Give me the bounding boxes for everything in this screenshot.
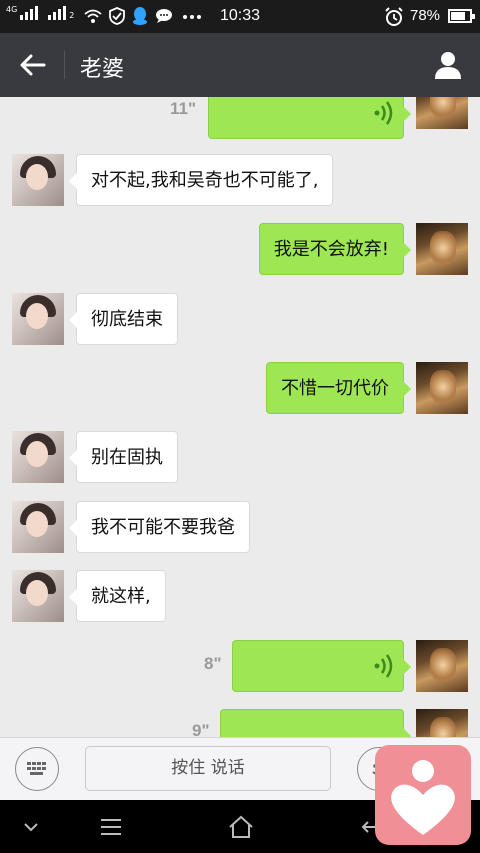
wifi-icon <box>84 9 102 23</box>
contact-avatar[interactable] <box>12 501 64 553</box>
contact-avatar[interactable] <box>12 431 64 483</box>
menu-icon[interactable] <box>96 812 126 842</box>
message-row: 9" <box>0 709 480 737</box>
message-row: 8" <box>0 640 480 692</box>
chat-header: 老婆 <box>0 33 480 97</box>
message-row: 11" <box>0 97 480 139</box>
my-avatar[interactable] <box>416 640 468 692</box>
text-message-bubble[interactable]: 我是不会放弃! <box>258 223 412 275</box>
text-message-bubble[interactable]: 彻底结束 <box>69 293 178 345</box>
signal-icon: 4G 2 <box>6 5 75 20</box>
chat-messages[interactable]: 11" 对不起,我和吴奇也不可能了, 我是不会放弃! 彻底结束 不惜一切代价 别… <box>0 97 480 737</box>
my-avatar[interactable] <box>416 97 468 129</box>
status-bar: 4G 2 10:33 78% <box>0 0 480 33</box>
my-avatar[interactable] <box>416 223 468 275</box>
header-divider <box>64 51 65 79</box>
battery-icon <box>448 9 475 23</box>
chevron-down-icon[interactable] <box>16 812 46 842</box>
message-row: 彻底结束 <box>0 293 480 345</box>
keyboard-icon <box>27 762 46 775</box>
qq-icon <box>133 7 147 25</box>
my-avatar[interactable] <box>416 709 468 737</box>
voice-duration: 9" <box>192 721 210 737</box>
voice-message-bubble[interactable] <box>220 709 411 737</box>
message-row: 我不可能不要我爸 <box>0 501 480 553</box>
person-icon[interactable] <box>432 49 464 81</box>
message-row: 我是不会放弃! <box>0 223 480 275</box>
security-icon <box>109 7 125 25</box>
text-message-bubble[interactable]: 对不起,我和吴奇也不可能了, <box>68 154 334 206</box>
message-row: 不惜一切代价 <box>0 362 480 414</box>
keyboard-button[interactable] <box>15 747 59 791</box>
voice-wave-icon <box>374 101 393 125</box>
voice-duration: 8" <box>204 654 222 673</box>
more-icon <box>183 15 201 19</box>
chat-title: 老婆 <box>80 57 125 82</box>
sim-label: 2 <box>69 11 75 20</box>
battery-percent: 78% <box>410 7 441 24</box>
message-row: 就这样, <box>0 570 480 622</box>
contact-avatar[interactable] <box>12 293 64 345</box>
text-message-bubble[interactable]: 就这样, <box>69 570 166 622</box>
network-type-label: 4G <box>6 5 18 14</box>
hold-to-talk-button[interactable]: 按住 说话 <box>85 746 331 791</box>
message-row: 对不起,我和吴奇也不可能了, <box>0 154 480 206</box>
message-icon <box>156 9 172 23</box>
message-row: 别在固执 <box>0 431 480 483</box>
voice-duration: 11" <box>170 99 197 118</box>
heart-person-icon <box>391 760 455 835</box>
text-message-bubble[interactable]: 别在固执 <box>69 431 178 483</box>
voice-wave-icon <box>374 654 393 678</box>
home-icon[interactable] <box>226 812 256 842</box>
alarm-icon <box>385 7 403 26</box>
overlay-app-logo <box>375 745 471 845</box>
text-message-bubble[interactable]: 不惜一切代价 <box>266 362 411 414</box>
text-message-bubble[interactable]: 我不可能不要我爸 <box>69 501 250 553</box>
arrow-left-icon[interactable] <box>18 50 48 80</box>
contact-avatar[interactable] <box>12 154 64 206</box>
clock: 10:33 <box>220 7 261 24</box>
my-avatar[interactable] <box>416 362 468 414</box>
contact-avatar[interactable] <box>12 570 64 622</box>
